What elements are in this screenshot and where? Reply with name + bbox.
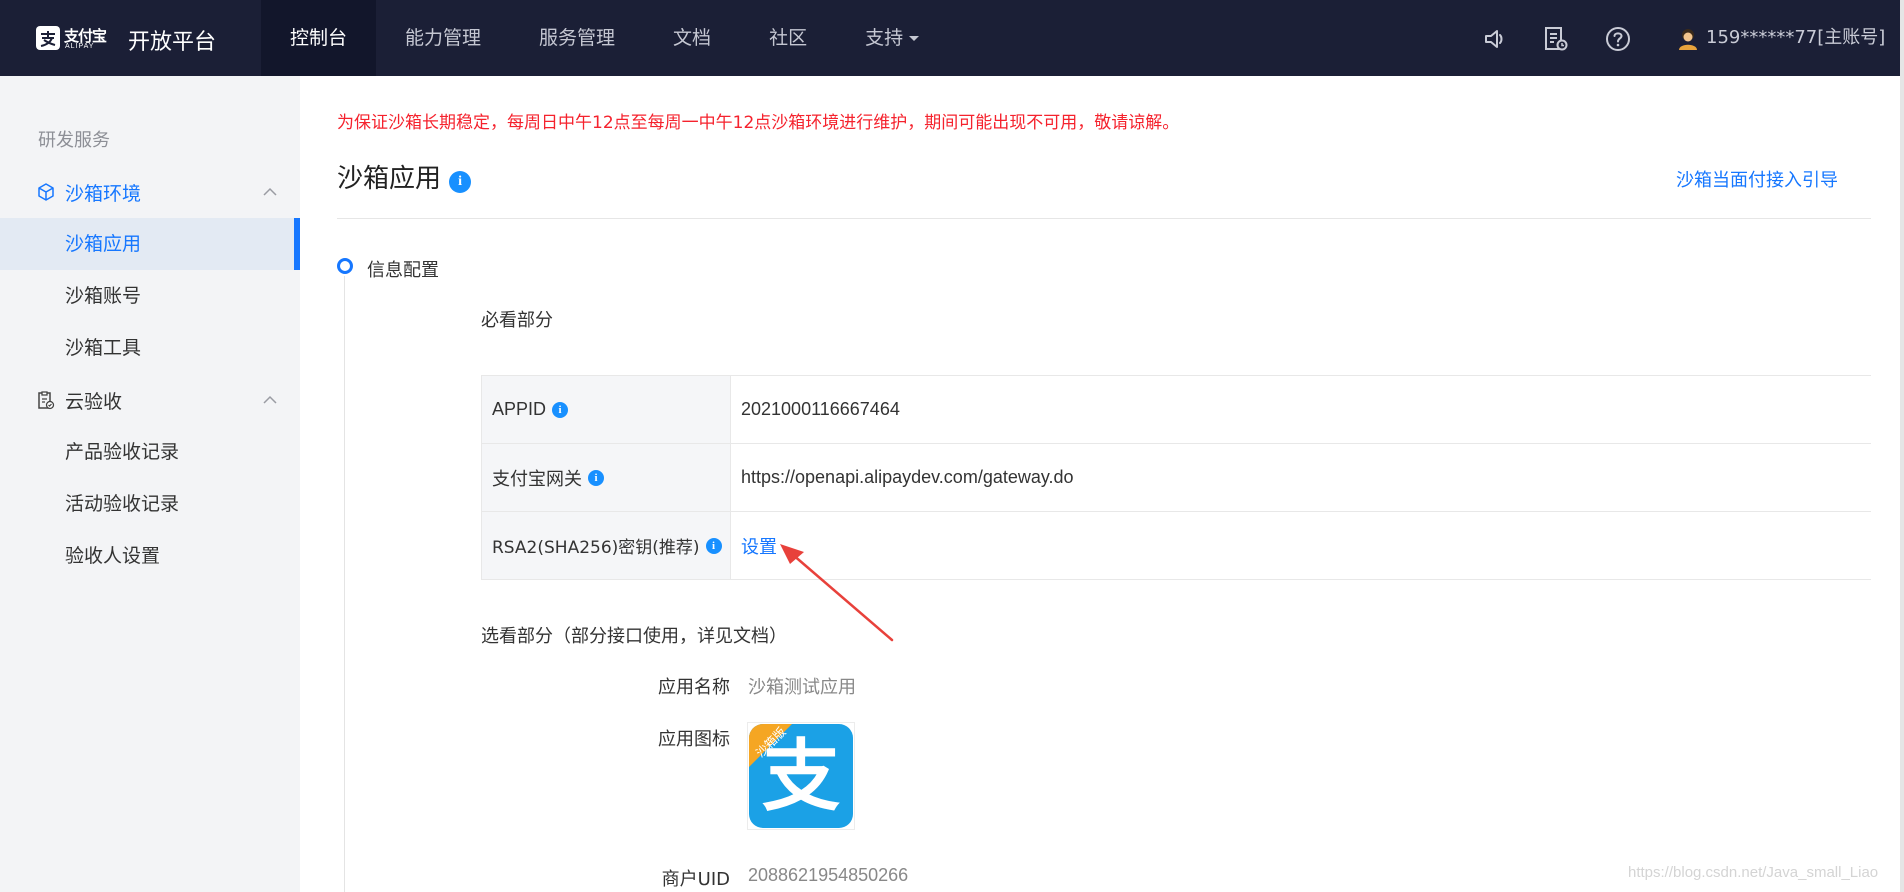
required-info-table: APPID i 2021000116667464 支付宝网关 i https://o… [481,375,1871,580]
timeline-line [344,276,345,892]
gateway-key: 支付宝网关 i [481,444,731,511]
top-nav-bar: 支付宝 ALIPAY 开放平台 控制台 能力管理 服务管理 文档 社区 支持 1… [0,0,1904,76]
user-name: 159******77[主账号] [1706,27,1886,48]
sidebar-group-cloud-acceptance[interactable]: 云验收 [0,374,300,426]
gateway-label: 支付宝网关 [492,468,582,490]
merchant-uid-label: 商户UID [580,865,730,891]
clipboard-check-icon [38,391,55,410]
nav-item-support[interactable]: 支持 [836,0,948,76]
nav-item-capability[interactable]: 能力管理 [376,0,510,76]
appid-key: APPID i [481,376,731,443]
sidebar-group-label: 沙箱环境 [65,182,142,205]
notes-icon[interactable] [1543,26,1569,52]
annotation-arrow-icon [780,544,894,642]
appid-value: 2021000116667464 [741,399,900,419]
rsa2-value: 设置 [731,512,1871,579]
sidebar-item-sandbox-tools[interactable]: 沙箱工具 [0,322,300,374]
required-section-heading: 必看部分 [481,310,553,331]
nav-item-community[interactable]: 社区 [740,0,836,76]
alipay-logo-icon [36,26,60,50]
watermark: https://blog.csdn.net/Java_small_Liao [1628,864,1879,881]
avatar [1679,29,1697,50]
app-name-value: 沙箱测试应用 [748,677,856,698]
rsa2-key: RSA2(SHA256)密钥(推荐) i [481,512,731,579]
merchant-uid-label-text: 商户UID [661,869,730,890]
nav-item-console[interactable]: 控制台 [261,0,377,76]
app-icon-image: 支 沙箱版 [747,722,855,830]
appid-label: APPID [492,399,547,419]
page-title: 沙箱应用 i [337,158,472,195]
info-icon[interactable]: i [449,171,472,193]
page-title-text: 沙箱应用 [337,164,442,194]
maintenance-notice: 为保证沙箱长期稳定，每周日中午12点至每周一中午12点沙箱环境进行维护，期间可能… [337,113,1180,133]
info-icon[interactable]: i [705,537,722,554]
cube-icon [38,183,54,201]
user-menu[interactable]: 159******77[主账号] [1676,0,1885,76]
gateway-value: https://openapi.alipaydev.com/gateway.do [741,467,1074,487]
sidebar-group-sandbox[interactable]: 沙箱环境 [0,166,300,218]
rsa2-label: RSA2(SHA256)密钥(推荐) [492,538,700,558]
alipay-app-icon: 支 沙箱版 [749,724,853,828]
sidebar-item-acceptor-settings[interactable]: 验收人设置 [0,530,300,582]
chevron-up-icon [263,187,277,196]
sidebar-item-product-records[interactable]: 产品验收记录 [0,426,300,478]
brand-title: 开放平台 [128,30,217,55]
step-title: 信息配置 [367,260,439,281]
brand[interactable]: 支付宝 ALIPAY 开放平台 [0,0,261,76]
nav-item-service[interactable]: 服务管理 [510,0,644,76]
help-icon[interactable] [1605,26,1631,52]
nav-item-support-label: 支持 [865,27,904,49]
brand-logo-subtext: ALIPAY [65,43,95,50]
sidebar-section-title: 研发服务 [38,130,110,151]
table-row: 支付宝网关 i https://openapi.alipaydev.com/gat… [481,444,1871,512]
app-name-label: 应用名称 [658,677,730,698]
caret-down-icon [909,36,920,41]
scrollbar[interactable] [1900,0,1904,892]
optional-section-heading: 选看部分（部分接口使用，详见文档） [481,626,787,647]
merchant-uid-value: 2088621954850266 [748,865,909,885]
nav-item-docs[interactable]: 文档 [644,0,740,76]
chevron-up-icon [263,395,277,404]
sidebar-item-sandbox-app[interactable]: 沙箱应用 [0,218,300,270]
table-row: RSA2(SHA256)密钥(推荐) i 设置 [481,512,1871,580]
main-nav: 控制台 能力管理 服务管理 文档 社区 支持 [261,0,948,76]
table-row: APPID i 2021000116667464 [481,376,1871,444]
speaker-icon[interactable] [1482,26,1508,52]
sidebar: 研发服务 沙箱环境 沙箱应用 沙箱账号 沙箱工具 云验收 产品验收记录 活动验收… [0,76,300,892]
divider [337,218,1871,219]
sidebar-item-activity-records[interactable]: 活动验收记录 [0,478,300,530]
app-icon-label: 应用图标 [658,729,730,750]
timeline-dot [337,258,353,274]
sidebar-item-sandbox-account[interactable]: 沙箱账号 [0,270,300,322]
info-icon[interactable]: i [588,469,604,486]
sidebar-group-label: 云验收 [65,390,123,413]
sandbox-guide-link[interactable]: 沙箱当面付接入引导 [1676,166,1838,192]
info-icon[interactable]: i [552,401,569,418]
